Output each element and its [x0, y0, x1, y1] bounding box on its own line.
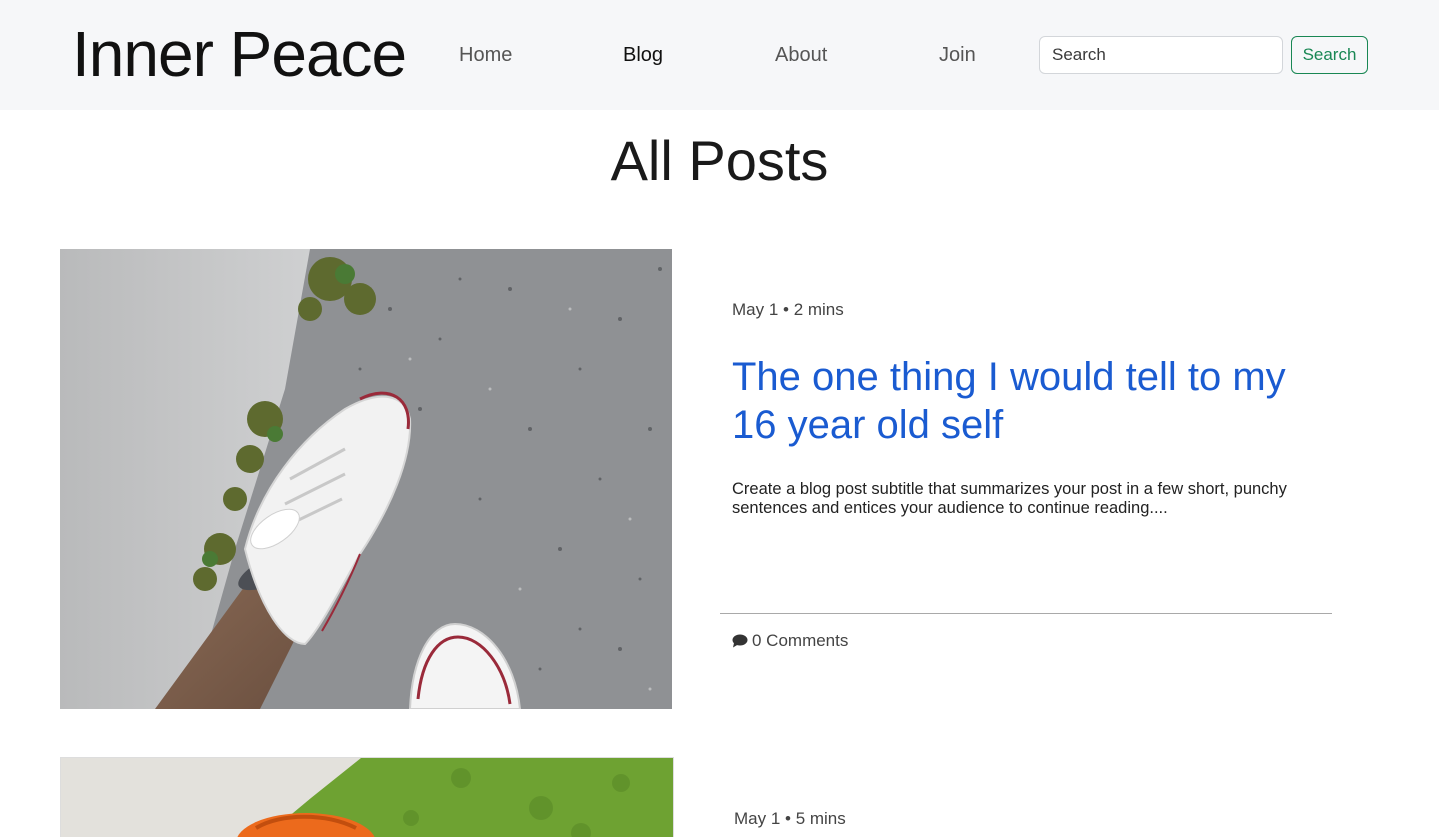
post-meta: May 1 • 5 mins	[734, 809, 846, 828]
post-comments-link[interactable]: 0 Comments	[732, 630, 848, 654]
nav-link-join[interactable]: Join	[939, 42, 976, 68]
post-comments-count: 0 Comments	[752, 631, 849, 650]
site-brand[interactable]: Inner Peace	[72, 16, 407, 92]
comment-icon	[732, 632, 748, 654]
post-image-sneaker[interactable]	[60, 249, 672, 709]
post-subtitle: Create a blog post subtitle that summari…	[732, 480, 1287, 517]
search-input[interactable]	[1039, 36, 1283, 74]
search-button[interactable]: Search	[1291, 36, 1368, 74]
post-divider	[720, 613, 1332, 614]
nav-link-blog[interactable]: Blog	[623, 42, 663, 68]
nav-link-about[interactable]: About	[775, 42, 827, 68]
grass-photo	[61, 758, 673, 837]
page-title: All Posts	[610, 129, 829, 192]
post-image-grass[interactable]	[60, 757, 674, 837]
nav-link-home[interactable]: Home	[459, 42, 512, 68]
sneaker-photo	[60, 249, 672, 709]
post-title-link[interactable]: The one thing I would tell to my 16 year…	[732, 353, 1332, 449]
navbar: Inner Peace Home Blog About Join Search	[0, 0, 1439, 110]
post-meta: May 1 • 2 mins	[732, 300, 844, 319]
